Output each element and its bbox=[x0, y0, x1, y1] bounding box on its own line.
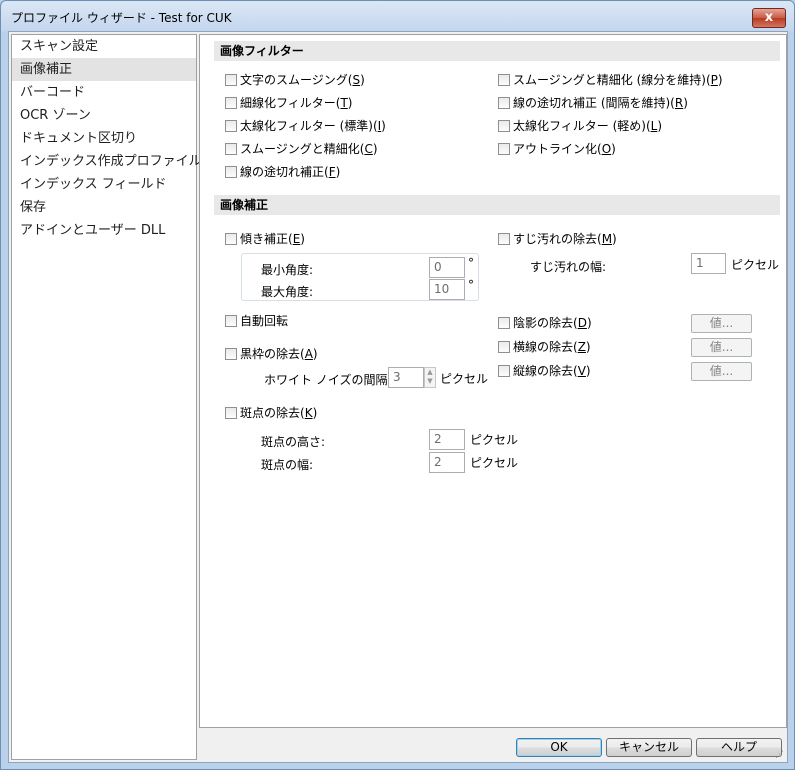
checkbox-thicken-light[interactable]: 太線化フィルター (軽め)(L) bbox=[498, 117, 662, 135]
checkbox-box[interactable] bbox=[498, 74, 510, 86]
checkbox-vertical-line-removal[interactable]: 縦線の除去(V) bbox=[498, 362, 591, 380]
checkbox-box[interactable] bbox=[498, 97, 510, 109]
nav-item-ocr-zone[interactable]: OCR ゾーン bbox=[12, 104, 196, 127]
nav-item-addins-dll[interactable]: アドインとユーザー DLL bbox=[12, 219, 196, 242]
checkbox-box[interactable] bbox=[225, 143, 237, 155]
checkbox-box[interactable] bbox=[225, 166, 237, 178]
nav-item-document-separation[interactable]: ドキュメント区切り bbox=[12, 127, 196, 150]
checkbox-box[interactable] bbox=[225, 407, 237, 419]
max-angle-label: 最大角度: bbox=[261, 285, 314, 299]
checkbox-box[interactable] bbox=[498, 233, 510, 245]
settings-panel: 画像フィルター 文字のスムージング(S) 細線化フィルター(T) 太線化フィルタ… bbox=[199, 34, 787, 728]
pixel-unit: ピクセル bbox=[731, 258, 780, 272]
streak-width-field[interactable]: 1 bbox=[691, 253, 726, 274]
checkbox-outline[interactable]: アウトライン化(O) bbox=[498, 140, 616, 158]
cancel-button[interactable]: キャンセル bbox=[606, 738, 692, 757]
section-header-image-filters: 画像フィルター bbox=[214, 41, 780, 61]
dialog-client: スキャン設定 画像補正 バーコード OCR ゾーン ドキュメント区切り インデッ… bbox=[8, 31, 788, 763]
checkbox-text-smoothing[interactable]: 文字のスムージング(S) bbox=[225, 71, 365, 89]
checkbox-line-break-fix-keep-gap[interactable]: 線の途切れ補正 (間隔を維持)(R) bbox=[498, 94, 688, 112]
pixel-unit: ピクセル bbox=[470, 456, 519, 470]
nav-item-save[interactable]: 保存 bbox=[12, 196, 196, 219]
speckle-height-label: 斑点の高さ: bbox=[261, 435, 326, 449]
checkbox-auto-rotate[interactable]: 自動回転 bbox=[225, 312, 288, 330]
checkbox-box[interactable] bbox=[225, 97, 237, 109]
close-button[interactable]: x bbox=[752, 8, 786, 28]
shadow-value-button[interactable]: 値... bbox=[691, 314, 752, 333]
section-header-image-correction: 画像補正 bbox=[214, 195, 780, 215]
checkbox-box[interactable] bbox=[498, 120, 510, 132]
pixel-unit: ピクセル bbox=[470, 433, 519, 447]
speckle-height-field[interactable]: 2 bbox=[429, 429, 465, 450]
white-noise-label: ホワイト ノイズの間隔: bbox=[264, 373, 392, 387]
speckle-width-label: 斑点の幅: bbox=[261, 458, 314, 472]
checkbox-streak-removal[interactable]: すじ汚れの除去(M) bbox=[498, 230, 617, 248]
vertical-line-value-button[interactable]: 値... bbox=[691, 362, 752, 381]
max-angle-field[interactable]: 10 bbox=[429, 279, 465, 300]
close-icon: x bbox=[764, 10, 774, 25]
speckle-width-field[interactable]: 2 bbox=[429, 452, 465, 473]
spin-up-icon[interactable]: ▲ bbox=[425, 368, 435, 377]
white-noise-field[interactable]: 3 bbox=[388, 367, 424, 388]
window-title: プロファイル ウィザード - Test for CUK bbox=[11, 11, 232, 25]
wizard-window: プロファイル ウィザード - Test for CUK x スキャン設定 画像補… bbox=[0, 0, 795, 770]
checkbox-thicken-standard[interactable]: 太線化フィルター (標準)(I) bbox=[225, 117, 386, 135]
checkbox-box[interactable] bbox=[225, 348, 237, 360]
nav-item-image-correction[interactable]: 画像補正 bbox=[12, 58, 196, 81]
checkbox-smooth-refine[interactable]: スムージングと精細化(C) bbox=[225, 140, 378, 158]
checkbox-box[interactable] bbox=[498, 143, 510, 155]
checkbox-deskew[interactable]: 傾き補正(E) bbox=[225, 230, 305, 248]
checkbox-box[interactable] bbox=[225, 315, 237, 327]
white-noise-spinner[interactable]: ▲ ▼ bbox=[424, 367, 436, 388]
streak-width-label: すじ汚れの幅: bbox=[530, 260, 607, 274]
checkbox-box[interactable] bbox=[225, 74, 237, 86]
checkbox-box[interactable] bbox=[498, 317, 510, 329]
checkbox-box[interactable] bbox=[225, 120, 237, 132]
checkbox-smooth-refine-keep-lines[interactable]: スムージングと精細化 (線分を維持)(P) bbox=[498, 71, 723, 89]
pixel-unit: ピクセル bbox=[440, 372, 489, 386]
nav-item-index-fields[interactable]: インデックス フィールド bbox=[12, 173, 196, 196]
nav-item-scan-settings[interactable]: スキャン設定 bbox=[12, 35, 196, 58]
wizard-nav: スキャン設定 画像補正 バーコード OCR ゾーン ドキュメント区切り インデッ… bbox=[11, 34, 202, 760]
checkbox-box[interactable] bbox=[498, 341, 510, 353]
checkbox-box[interactable] bbox=[498, 365, 510, 377]
min-angle-field[interactable]: 0 bbox=[429, 257, 465, 278]
degree-unit: ° bbox=[468, 278, 474, 292]
checkbox-thin-filter[interactable]: 細線化フィルター(T) bbox=[225, 94, 352, 112]
checkbox-despeckle[interactable]: 斑点の除去(K) bbox=[225, 404, 317, 422]
title-bar[interactable]: プロファイル ウィザード - Test for CUK x bbox=[1, 1, 794, 31]
help-button[interactable]: ヘルプ bbox=[696, 738, 782, 757]
checkbox-line-break-fix[interactable]: 線の途切れ補正(F) bbox=[225, 163, 340, 181]
checkbox-border-removal[interactable]: 黒枠の除去(A) bbox=[225, 345, 318, 363]
ok-button[interactable]: OK bbox=[516, 738, 602, 757]
nav-item-indexing-profile[interactable]: インデックス作成プロファイル bbox=[12, 150, 202, 173]
horizontal-line-value-button[interactable]: 値... bbox=[691, 338, 752, 357]
checkbox-horizontal-line-removal[interactable]: 横線の除去(Z) bbox=[498, 338, 591, 356]
checkbox-shadow-removal[interactable]: 陰影の除去(D) bbox=[498, 314, 592, 332]
nav-item-barcode[interactable]: バーコード bbox=[12, 81, 196, 104]
degree-unit: ° bbox=[468, 256, 474, 270]
checkbox-box[interactable] bbox=[225, 233, 237, 245]
spin-down-icon[interactable]: ▼ bbox=[425, 377, 435, 386]
resize-grip-icon[interactable]: ⋰ bbox=[775, 750, 785, 760]
min-angle-label: 最小角度: bbox=[261, 263, 314, 277]
